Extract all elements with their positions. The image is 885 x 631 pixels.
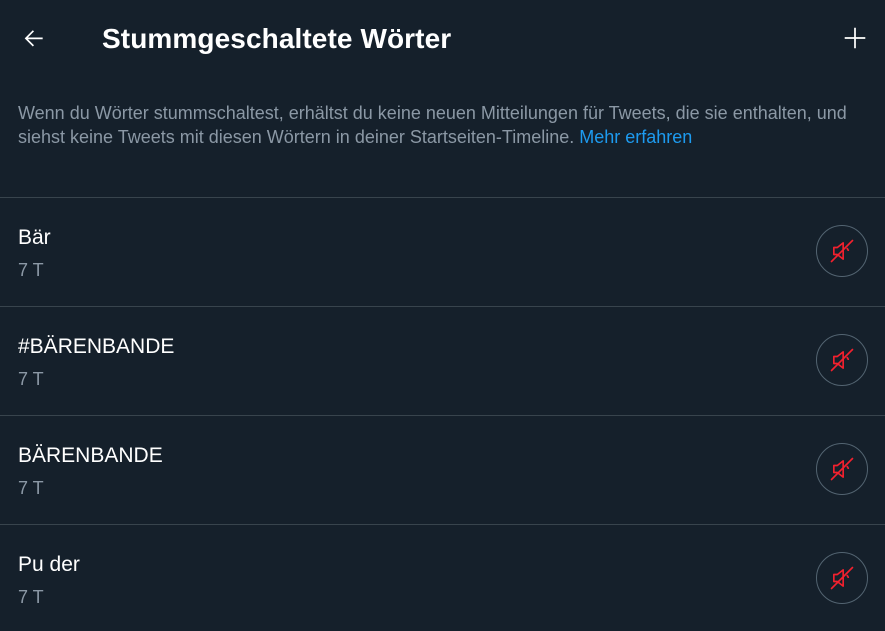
unmute-button[interactable] bbox=[816, 552, 868, 604]
mute-duration: 7 T bbox=[18, 369, 44, 389]
header: Stummgeschaltete Wörter bbox=[0, 0, 885, 76]
page-title: Stummgeschaltete Wörter bbox=[102, 23, 452, 54]
muted-words-page: Stummgeschaltete Wörter Wenn du Wörter s… bbox=[0, 0, 885, 631]
add-word-button[interactable] bbox=[835, 18, 875, 58]
list-item: Pu der 7 T bbox=[0, 524, 885, 631]
learn-more-link[interactable]: Mehr erfahren bbox=[579, 127, 692, 147]
list-item: #BÄRENBANDE 7 T bbox=[0, 306, 885, 415]
muted-word: BÄRENBANDE bbox=[18, 444, 163, 467]
speaker-muted-icon bbox=[830, 239, 854, 263]
list-item: Bär 7 T bbox=[0, 197, 885, 306]
muted-word: Bär bbox=[18, 226, 51, 249]
unmute-button[interactable] bbox=[816, 334, 868, 386]
muted-words-list: Bär 7 T #BÄRENBANDE 7 T BÄRENBANDE 7 T P… bbox=[0, 197, 885, 631]
muted-word: Pu der bbox=[18, 553, 80, 576]
speaker-muted-icon bbox=[830, 457, 854, 481]
unmute-button[interactable] bbox=[816, 443, 868, 495]
arrow-left-icon bbox=[24, 30, 43, 47]
unmute-button[interactable] bbox=[816, 225, 868, 277]
description-text: Wenn du Wörter stummschaltest, erhältst … bbox=[18, 103, 847, 147]
back-button[interactable] bbox=[14, 18, 54, 58]
list-item: BÄRENBANDE 7 T bbox=[0, 415, 885, 524]
mute-duration: 7 T bbox=[18, 587, 44, 607]
mute-duration: 7 T bbox=[18, 478, 44, 498]
muted-word: #BÄRENBANDE bbox=[18, 335, 175, 358]
description: Wenn du Wörter stummschaltest, erhältst … bbox=[18, 101, 848, 149]
mute-duration: 7 T bbox=[18, 260, 44, 280]
speaker-muted-icon bbox=[830, 348, 854, 372]
speaker-muted-icon bbox=[830, 566, 854, 590]
plus-icon bbox=[844, 27, 866, 49]
